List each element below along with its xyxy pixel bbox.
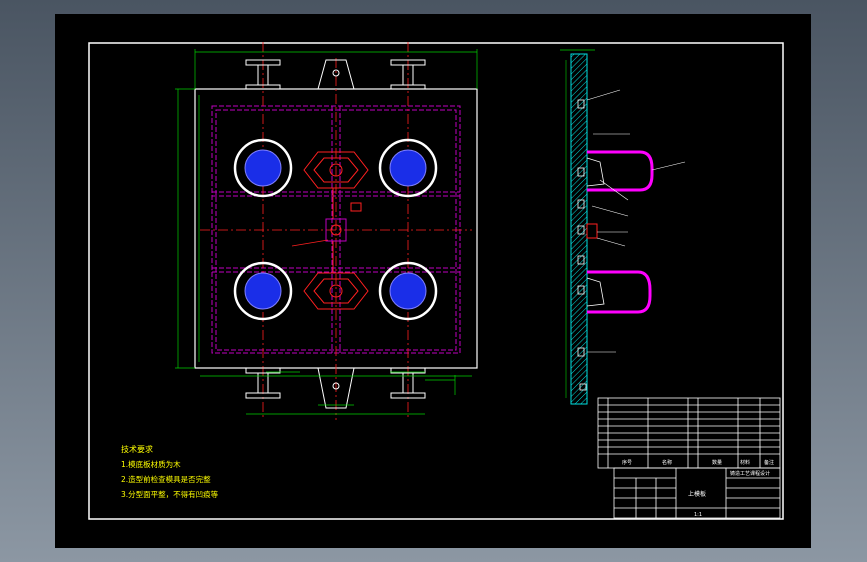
- bom-header-material: 材料: [740, 459, 750, 466]
- tech-requirement-item: 2.造型前检查模具是否完整: [121, 474, 211, 484]
- tech-requirement-item: 3.分型面平整，不得有凹痕等: [121, 489, 219, 499]
- section-plate: [570, 53, 588, 405]
- bom-header-no: 序号: [622, 459, 632, 466]
- bom-header-qty: 数量: [712, 459, 722, 466]
- bom-header-name: 名称: [662, 459, 672, 466]
- tech-requirements-title: 技术要求: [121, 444, 153, 454]
- tech-requirement-item: 1.模底板材质为木: [121, 459, 181, 469]
- title-block-project: 铸造工艺课程设计: [730, 470, 770, 477]
- cad-drawing-viewport: 技术要求 1.模底板材质为木 2.造型前检查模具是否完整 3.分型面平整，不得有…: [0, 0, 867, 562]
- title-block-scale: 1:1: [694, 512, 702, 518]
- title-block-drawing-name: 上模板: [688, 490, 706, 498]
- bom-header-remark: 备注: [764, 459, 774, 466]
